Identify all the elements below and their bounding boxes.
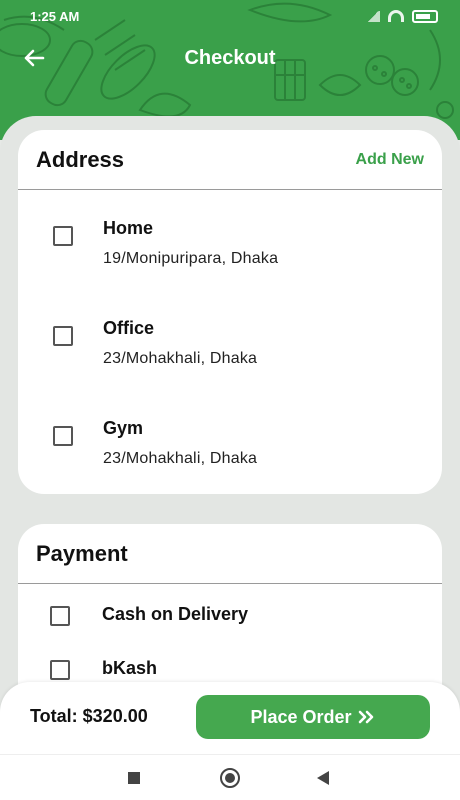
status-time: 1:25 AM	[30, 8, 80, 24]
address-item-home[interactable]: Home 19/Monipuripara, Dhaka	[18, 218, 442, 278]
back-button[interactable]	[22, 46, 46, 70]
order-total: Total: $320.00	[30, 706, 148, 726]
double-chevron-right-icon	[358, 710, 373, 724]
place-order-label: Place Order	[250, 706, 352, 727]
payment-option-cod[interactable]: Cash on Delivery	[18, 600, 442, 634]
address-item-office[interactable]: Office 23/Mohakhali, Dhaka	[18, 318, 442, 378]
address-title: Address	[36, 146, 125, 172]
address-checkbox-gym[interactable]	[53, 426, 73, 446]
payment-title: Payment	[36, 540, 128, 566]
home-circle-icon[interactable]	[220, 768, 240, 788]
recents-square-icon[interactable]	[128, 772, 140, 784]
payment-header: Payment	[18, 524, 442, 584]
address-name: Gym	[103, 418, 144, 438]
status-icons	[366, 9, 438, 23]
order-bar: Total: $320.00 Place Order	[0, 682, 460, 754]
address-name: Office	[103, 318, 155, 338]
address-line: 23/Mohakhali, Dhaka	[103, 350, 258, 367]
address-line: 19/Monipuripara, Dhaka	[103, 250, 279, 267]
address-card: Address Add New Home 19/Monipuripara, Dh…	[18, 130, 442, 494]
address-header: Address Add New	[18, 130, 442, 190]
address-checkbox-office[interactable]	[53, 326, 73, 346]
payment-option-label: Cash on Delivery	[102, 604, 249, 624]
app-bar: Checkout	[0, 32, 460, 84]
address-name: Home	[103, 218, 154, 238]
signal-icon	[366, 10, 380, 22]
add-new-address-button[interactable]: Add New	[356, 151, 424, 169]
payment-option-label: bKash	[102, 658, 158, 678]
payment-checkbox-cod[interactable]	[50, 606, 70, 626]
payment-checkbox-bkash[interactable]	[50, 660, 70, 680]
battery-icon	[412, 9, 438, 23]
address-item-gym[interactable]: Gym 23/Mohakhali, Dhaka	[18, 418, 442, 478]
page-title: Checkout	[184, 46, 276, 69]
status-bar: 1:25 AM	[0, 0, 460, 32]
checkout-sheet: Address Add New Home 19/Monipuripara, Dh…	[0, 116, 460, 756]
address-line: 23/Mohakhali, Dhaka	[103, 450, 258, 467]
back-triangle-icon[interactable]	[317, 771, 329, 785]
arrow-left-icon	[24, 49, 45, 67]
system-nav-bar	[0, 754, 460, 800]
wifi-icon	[388, 10, 404, 22]
address-checkbox-home[interactable]	[53, 226, 73, 246]
place-order-button[interactable]: Place Order	[196, 695, 430, 739]
